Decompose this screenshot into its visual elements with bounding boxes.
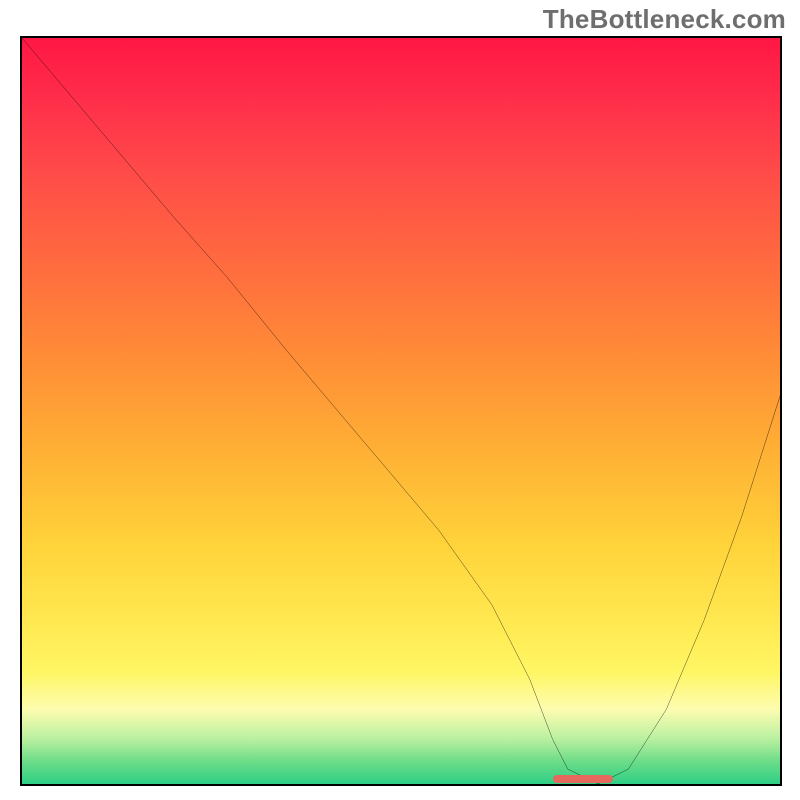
watermark-text: TheBottleneck.com (543, 4, 786, 35)
chart-container: TheBottleneck.com (0, 0, 800, 800)
plot-area (20, 36, 782, 786)
minimum-marker (553, 775, 614, 783)
bottleneck-curve (22, 38, 780, 784)
